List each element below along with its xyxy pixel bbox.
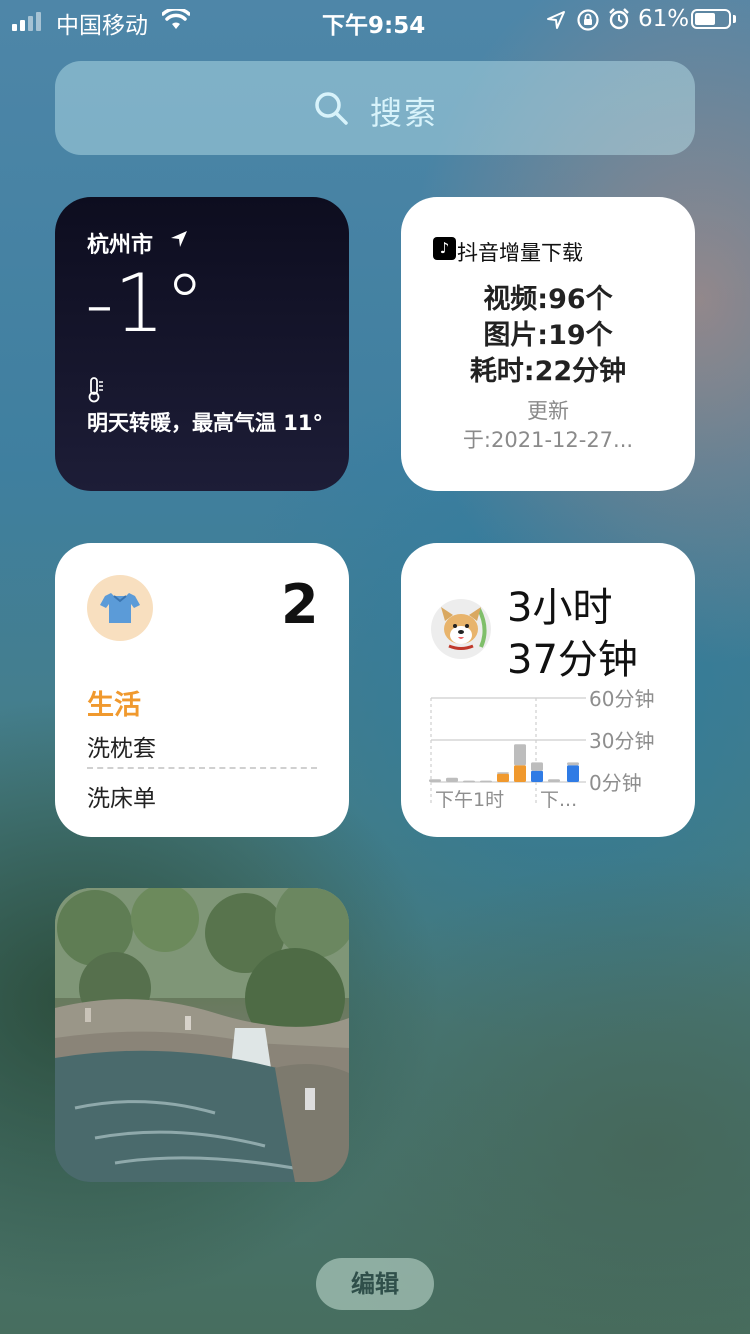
chart-bar: [514, 744, 526, 766]
reminder-item[interactable]: 洗枕套: [87, 729, 156, 763]
battery-tip: [733, 15, 736, 23]
signal-icon: [12, 12, 41, 31]
widget-screen: { "status_bar": { "carrier": "中国移动", "ti…: [0, 0, 750, 1334]
chart-bar: [514, 765, 526, 782]
douyin-images: 图片:19个: [483, 320, 613, 351]
chart-bar: [567, 765, 579, 782]
chart-bar: [463, 780, 475, 783]
carrier-label: 中国移动: [56, 13, 148, 39]
chart-bar: [497, 772, 509, 774]
location-arrow-icon: [171, 231, 187, 247]
chart-y-tick-label: 0分钟: [589, 771, 642, 795]
photo-icon: [55, 888, 349, 1182]
battery-percent: 61%: [638, 6, 690, 32]
chart-x-tick-label: 下午1时: [435, 789, 504, 811]
chart-bar: [567, 762, 579, 766]
edit-button[interactable]: 编辑: [316, 1258, 434, 1310]
shirt-icon: [87, 575, 153, 641]
chart-bar: [446, 777, 458, 782]
status-bar: 中国移动 下午9:54 61%: [0, 0, 750, 40]
thermometer-icon: [88, 377, 103, 403]
weather-city: 杭州市: [87, 233, 154, 258]
chart-bar: [548, 779, 560, 782]
chart-y-tick-label: 60分钟: [589, 687, 654, 711]
screen-time-widget[interactable]: 3小时 37分钟 60分钟 30分钟 0分钟 下午1时 下...: [401, 543, 695, 837]
chart-bar: [480, 780, 492, 783]
douyin-update-date: 于:2021-12-27...: [462, 428, 634, 452]
chart-bar: [531, 762, 543, 771]
clock: 下午9:54: [322, 13, 426, 39]
chart-bar: [497, 773, 509, 782]
weather-temperature: -1°: [85, 257, 205, 350]
reminder-item[interactable]: 洗床单: [87, 779, 156, 813]
wifi-icon: [162, 9, 190, 29]
location-icon: [547, 11, 565, 29]
weather-widget[interactable]: 杭州市 -1° 明天转暖，最高气温 11°: [55, 197, 349, 491]
chart-bar: [531, 770, 543, 782]
screen-time-chart: 60分钟 30分钟 0分钟下午1时 下...: [429, 687, 654, 811]
photo-widget[interactable]: [55, 888, 349, 1182]
battery-icon: [691, 9, 731, 29]
chart-y-tick-label: 30分钟: [589, 729, 654, 753]
douyin-title: 抖音增量下载: [457, 241, 583, 265]
douyin-logo-icon: ♪: [433, 237, 456, 260]
reminder-list-name: 生活: [87, 690, 141, 721]
search-icon: [315, 92, 348, 125]
douyin-duration: 耗时:22分钟: [469, 356, 627, 387]
chart-x-tick-label: 下...: [540, 789, 577, 811]
reminder-divider: [87, 767, 317, 769]
search-placeholder: 搜索: [370, 94, 439, 132]
weather-forecast: 明天转暖，最高气温 11°: [87, 411, 324, 435]
orientation-lock-icon: [577, 9, 599, 31]
douyin-update-label: 更新: [527, 399, 569, 423]
chart-bar: [429, 779, 441, 782]
alarm-icon: [609, 8, 629, 30]
douyin-download-widget[interactable]: ♪ 抖音增量下载 视频:96个 图片:19个 耗时:22分钟 更新 于:2021…: [401, 197, 695, 491]
reminder-count: 2: [281, 573, 319, 636]
reminders-widget[interactable]: 2 生活 洗枕套 洗床单: [55, 543, 349, 837]
douyin-videos: 视频:96个: [483, 284, 613, 315]
